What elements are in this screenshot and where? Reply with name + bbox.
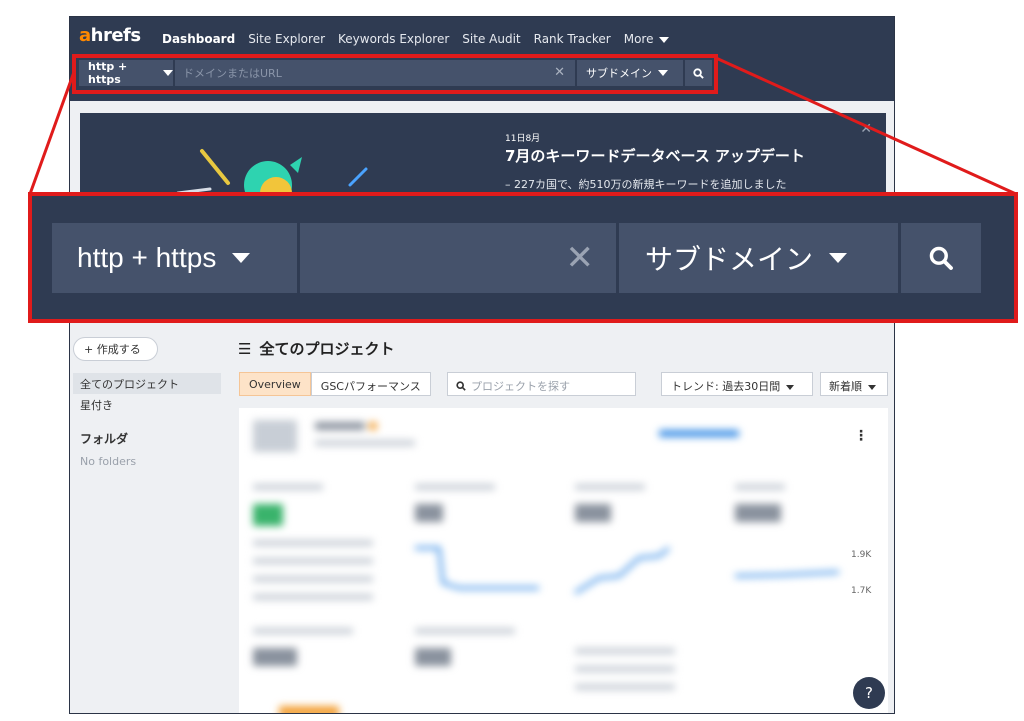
chevron-down-icon bbox=[163, 70, 173, 76]
zoomed-protocol-label: http + https bbox=[77, 242, 217, 273]
chevron-down-icon bbox=[829, 253, 848, 263]
domain-input[interactable]: ドメインまたはURL ✕ bbox=[175, 60, 575, 86]
trend-label: トレンド: 過去30日間 bbox=[671, 380, 781, 393]
sort-label: 新着順 bbox=[829, 380, 862, 393]
metric-row bbox=[575, 648, 675, 654]
protocol-label: http + https bbox=[88, 60, 128, 86]
banner-description: – 227カ国で、約510万の新規キーワードを追加しました bbox=[505, 178, 787, 191]
metric-value bbox=[253, 648, 297, 666]
sort-dropdown[interactable]: 新着順 bbox=[820, 372, 888, 396]
metric-label bbox=[253, 628, 353, 634]
chevron-down-icon bbox=[659, 36, 670, 43]
logo-text: hrefs bbox=[90, 25, 141, 46]
stage: ahrefs Dashboard Site Explorer Keywords … bbox=[0, 0, 1024, 721]
zoomed-subdomain-label: サブドメイン bbox=[645, 244, 814, 275]
nav-rank-tracker[interactable]: Rank Tracker bbox=[534, 32, 611, 46]
nav-more-label: More bbox=[623, 32, 654, 46]
page-title: ☰ 全てのプロジェクト bbox=[238, 338, 394, 359]
menu-icon[interactable]: ☰ bbox=[238, 340, 251, 358]
zoomed-protocol-dropdown[interactable]: http + https bbox=[52, 223, 297, 293]
zoomed-search-bar: http + https ✕ サブドメイン bbox=[52, 223, 981, 293]
ahrefs-logo[interactable]: ahrefs bbox=[79, 25, 141, 46]
top-navigation: ahrefs Dashboard Site Explorer Keywords … bbox=[70, 17, 894, 101]
search-bar: http + https ドメインまたはURL ✕ サブドメイン bbox=[79, 60, 714, 86]
zoomed-domain-input[interactable]: ✕ bbox=[300, 223, 616, 293]
close-icon[interactable]: ✕ bbox=[566, 238, 595, 278]
project-search-placeholder: プロジェクトを探す bbox=[471, 380, 570, 393]
protocol-dropdown[interactable]: http + https bbox=[79, 60, 173, 86]
search-icon bbox=[929, 246, 953, 270]
nav-keywords-explorer[interactable]: Keywords Explorer bbox=[338, 32, 449, 46]
search-button[interactable] bbox=[685, 60, 712, 86]
folders-heading: フォルダ bbox=[80, 432, 129, 446]
nav-dashboard[interactable]: Dashboard bbox=[162, 32, 235, 46]
sidebar-item-all-projects[interactable]: 全てのプロジェクト bbox=[73, 373, 221, 394]
chevron-down-icon bbox=[658, 70, 668, 76]
trend-dropdown[interactable]: トレンド: 過去30日間 bbox=[661, 372, 813, 396]
create-button[interactable]: + 作成する bbox=[73, 337, 158, 361]
kebab-icon[interactable]: ⋮ bbox=[854, 428, 868, 444]
search-icon bbox=[693, 67, 704, 79]
metric-value bbox=[415, 648, 451, 666]
subdomain-dropdown[interactable]: サブドメイン bbox=[577, 60, 683, 86]
close-icon[interactable]: ✕ bbox=[860, 121, 872, 137]
nav-more[interactable]: More bbox=[624, 32, 670, 46]
nav-site-explorer[interactable]: Site Explorer bbox=[248, 32, 325, 46]
page-title-label: 全てのプロジェクト bbox=[259, 340, 395, 358]
metric-row bbox=[575, 684, 675, 690]
callout-line-left bbox=[28, 71, 76, 195]
ahrefs-screenshot: ahrefs Dashboard Site Explorer Keywords … bbox=[69, 16, 895, 714]
zoomed-search-button[interactable] bbox=[901, 223, 981, 293]
zoomed-subdomain-dropdown[interactable]: サブドメイン bbox=[619, 223, 898, 293]
axis-label-bottom: 1.7K bbox=[851, 586, 872, 596]
project-card[interactable]: ⋮ 1.9K 1.7K bbox=[239, 408, 888, 713]
no-folders-text: No folders bbox=[80, 455, 137, 468]
help-icon[interactable]: ? bbox=[853, 677, 885, 709]
chevron-down-icon bbox=[786, 384, 795, 390]
domain-input-placeholder: ドメインまたはURL bbox=[183, 67, 282, 80]
banner-date: 11日8月 bbox=[505, 134, 541, 144]
metric-label bbox=[415, 628, 515, 634]
chevron-down-icon bbox=[232, 253, 251, 263]
sidebar-item-starred[interactable]: 星付き bbox=[80, 397, 113, 413]
project-search-input[interactable]: プロジェクトを探す bbox=[447, 372, 636, 396]
subdomain-label: サブドメイン bbox=[586, 67, 652, 80]
banner-title: 7月のキーワードデータベース アップデート bbox=[505, 147, 805, 165]
tab-overview[interactable]: Overview bbox=[239, 372, 311, 396]
close-icon[interactable]: ✕ bbox=[554, 65, 565, 80]
nav-site-audit[interactable]: Site Audit bbox=[462, 32, 520, 46]
nav-links: Dashboard Site Explorer Keywords Explore… bbox=[162, 32, 670, 46]
logo-letter-a: a bbox=[79, 25, 91, 46]
chart-placeholder bbox=[279, 706, 339, 713]
zoomed-search-bar-callout: http + https ✕ サブドメイン bbox=[28, 192, 1018, 323]
blurred-card-content bbox=[239, 408, 888, 713]
chevron-down-icon bbox=[868, 384, 876, 390]
view-tabs: Overview GSCパフォーマンス bbox=[239, 372, 431, 396]
tab-gsc-performance[interactable]: GSCパフォーマンス bbox=[310, 372, 431, 396]
sparklines bbox=[415, 546, 840, 595]
search-icon bbox=[456, 381, 466, 391]
axis-label-top: 1.9K bbox=[851, 550, 872, 560]
metric-row bbox=[575, 666, 675, 672]
